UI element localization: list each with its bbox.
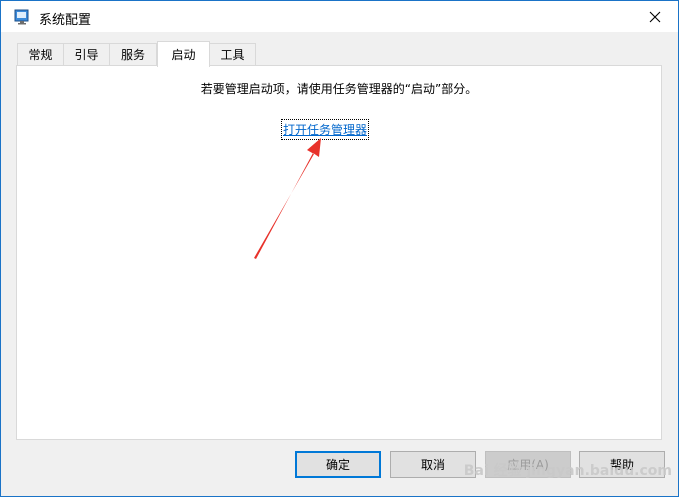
tab-services[interactable]: 服务 xyxy=(109,43,157,65)
baidu-watermark: Bai 经验 jingyan.baidu.com xyxy=(463,463,672,479)
arrow-shape xyxy=(254,138,321,259)
startup-panel: 若要管理启动项，请使用任务管理器的“启动”部分。 打开任务管理器 xyxy=(16,65,662,440)
tab-startup[interactable]: 启动 xyxy=(157,41,210,67)
tab-boot[interactable]: 引导 xyxy=(63,43,110,65)
title-bar: 系统配置 xyxy=(1,1,678,32)
tab-general[interactable]: 常规 xyxy=(17,43,64,65)
startup-info-text: 若要管理启动项，请使用任务管理器的“启动”部分。 xyxy=(200,82,478,96)
ok-button[interactable]: 确定 xyxy=(295,451,381,478)
open-task-manager-link[interactable]: 打开任务管理器 xyxy=(280,119,370,140)
window-title: 系统配置 xyxy=(39,13,92,28)
close-button[interactable] xyxy=(632,1,678,32)
system-config-app-icon xyxy=(14,8,31,25)
system-config-window: 系统配置 常规 引导 服务 启动 工具 若要管理启动项，请使用任务管理器的“启动… xyxy=(0,0,679,497)
tab-tools[interactable]: 工具 xyxy=(209,43,256,65)
close-icon xyxy=(649,11,661,22)
